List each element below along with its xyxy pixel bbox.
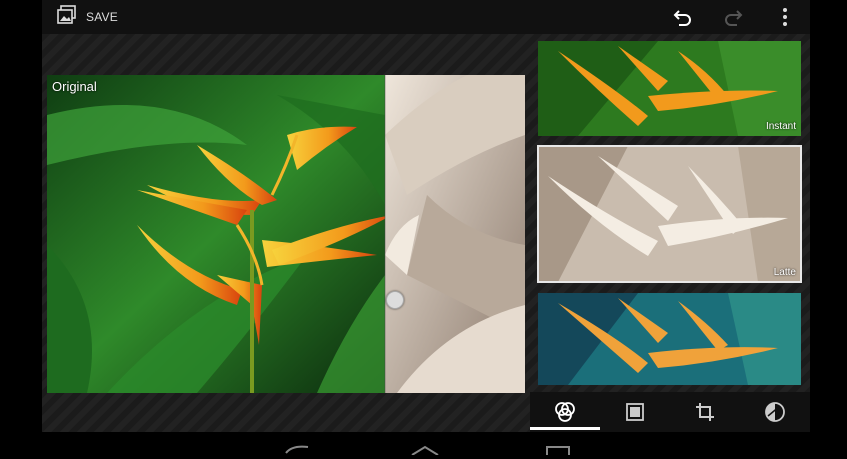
filter-thumbnail-latte[interactable]: Latte: [537, 145, 802, 283]
system-nav-bar: [0, 432, 847, 458]
crop-icon: [696, 403, 714, 421]
overflow-menu-icon: [783, 8, 787, 26]
redo-icon: [725, 10, 743, 26]
tab-filters[interactable]: [530, 392, 600, 432]
frames-icon: [626, 403, 644, 421]
filter-thumbnail-3[interactable]: [538, 293, 801, 385]
action-bar: SAVE: [42, 0, 810, 34]
filters-icon: [555, 402, 575, 422]
adjust-icon: [765, 402, 785, 422]
save-label: SAVE: [86, 10, 118, 24]
filter-label-latte: Latte: [773, 267, 796, 278]
filter-thumbnail-instant[interactable]: Instant: [538, 41, 801, 136]
original-label: Original: [52, 79, 97, 94]
selected-tab-indicator: [530, 427, 600, 430]
filter-label-instant: Instant: [765, 121, 796, 132]
main-image-preview[interactable]: Original: [47, 75, 525, 393]
undo-icon: [673, 10, 691, 26]
undo-button[interactable]: [668, 2, 698, 32]
editor-area: Original Instant Latte: [42, 34, 810, 432]
gallery-icon: [56, 4, 78, 30]
save-button[interactable]: SAVE: [56, 2, 118, 32]
redo-button[interactable]: [718, 2, 748, 32]
split-slider-handle[interactable]: [386, 291, 404, 309]
tab-crop[interactable]: [670, 392, 740, 432]
tool-tabs: [530, 392, 810, 432]
overflow-menu-button[interactable]: [770, 2, 800, 32]
tab-adjust[interactable]: [740, 392, 810, 432]
tab-frames[interactable]: [600, 392, 670, 432]
